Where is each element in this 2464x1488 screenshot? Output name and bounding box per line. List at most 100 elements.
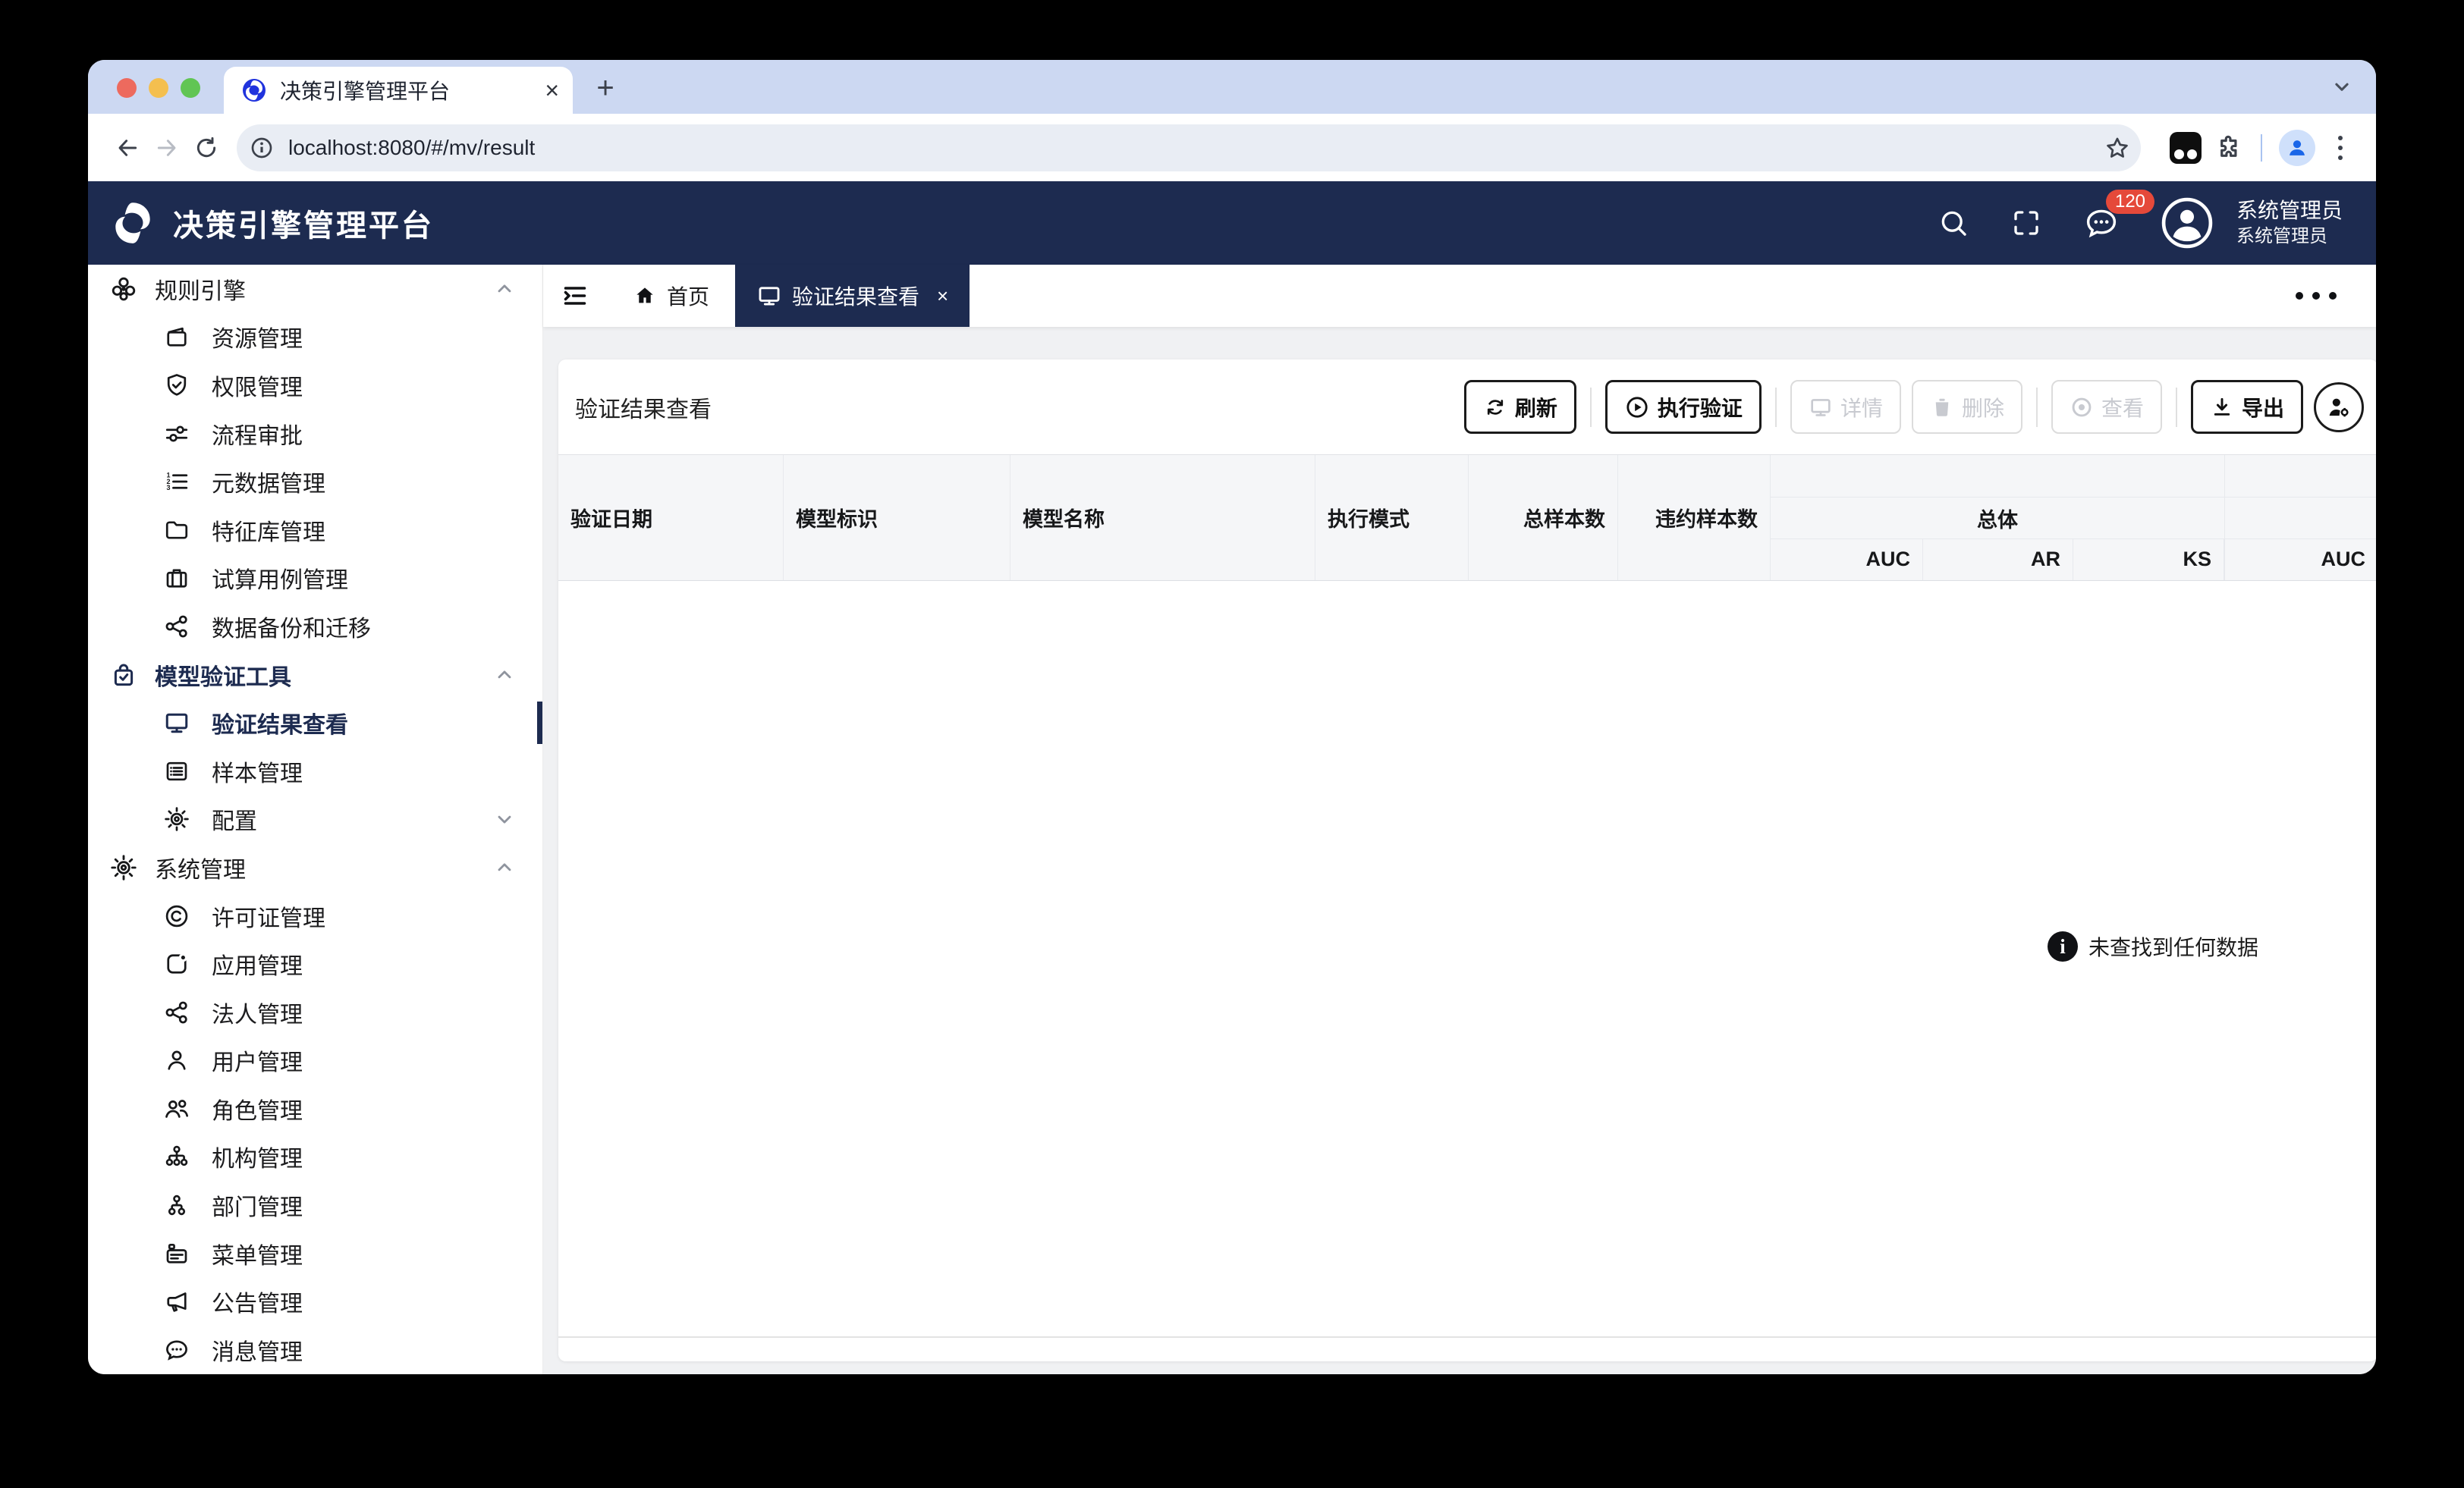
sidebar-collapse-button[interactable] xyxy=(543,265,607,327)
page-title: 验证结果查看 xyxy=(575,391,712,424)
tab-home-label: 首页 xyxy=(667,281,709,311)
sidebar-item-label: 菜单管理 xyxy=(212,1237,303,1270)
share-nodes-icon xyxy=(163,999,190,1026)
screenshot-root: 决策引擎管理平台 × + localhost:8080/#/mv/result xyxy=(0,0,2464,1488)
sidebar-item-announcement-management[interactable]: 公告管理 xyxy=(88,1277,542,1326)
tab-close-icon[interactable]: × xyxy=(937,284,948,308)
url-bar[interactable]: localhost:8080/#/mv/result xyxy=(237,124,2141,171)
sidebar-item-trial-case-management[interactable]: 试算用例管理 xyxy=(88,554,542,603)
copyright-icon xyxy=(163,903,190,930)
sliders-icon xyxy=(163,420,190,447)
group-overall-subcols: AUC AR KS xyxy=(1771,539,2224,580)
sidebar-item-data-backup-migration[interactable]: 数据备份和迁移 xyxy=(88,602,542,651)
window-controls xyxy=(117,78,200,98)
tabbar-more-button[interactable] xyxy=(2296,265,2337,327)
reload-button[interactable] xyxy=(187,128,226,168)
detail-button[interactable]: 详情 xyxy=(1790,380,1901,434)
user-name: 系统管理员 xyxy=(2236,198,2343,224)
user-role: 系统管理员 xyxy=(2236,226,2343,248)
extensions-puzzle-icon[interactable] xyxy=(2215,133,2244,162)
sidebar-item-validation-result-view[interactable]: 验证结果查看 xyxy=(88,698,542,747)
sidebar-item-label: 角色管理 xyxy=(212,1092,303,1125)
sidebar-item-role-management[interactable]: 角色管理 xyxy=(88,1085,542,1133)
browser-addressbar: localhost:8080/#/mv/result xyxy=(88,114,2376,181)
sidebar-item-label: 流程审批 xyxy=(212,417,303,450)
export-button[interactable]: 导出 xyxy=(2191,380,2303,434)
fullscreen-icon[interactable] xyxy=(2010,207,2042,239)
monitor-icon xyxy=(756,283,782,309)
monitor-icon xyxy=(163,709,190,736)
panel-toolbar: 验证结果查看 刷新 执行验证 xyxy=(558,359,2376,454)
sidebar-section-rules-engine[interactable]: 规则引擎 xyxy=(88,265,542,313)
sidebar-item-application-management[interactable]: 应用管理 xyxy=(88,940,542,988)
group-overall-label: 总体 xyxy=(1771,498,2224,538)
col-validation-date: 验证日期 xyxy=(558,455,784,580)
toolbar-divider xyxy=(2176,388,2177,427)
new-tab-button[interactable]: + xyxy=(589,71,622,105)
browser-profile-avatar[interactable] xyxy=(2279,130,2315,166)
sidebar-item-label: 特征库管理 xyxy=(212,513,325,547)
minimize-window-button[interactable] xyxy=(149,78,168,98)
detail-label: 详情 xyxy=(1840,392,1883,422)
tab-title: 决策引擎管理平台 xyxy=(280,75,537,105)
empty-state-text: 未查找到任何数据 xyxy=(2088,931,2258,962)
user-info[interactable]: 系统管理员 系统管理员 xyxy=(2236,198,2343,248)
sidebar-item-license-management[interactable]: 许可证管理 xyxy=(88,892,542,940)
sidebar-item-resource-management[interactable]: 资源管理 xyxy=(88,313,542,362)
refresh-button[interactable]: 刷新 xyxy=(1464,380,1576,434)
sidebar-item-legal-entity-management[interactable]: 法人管理 xyxy=(88,988,542,1037)
browser-tab[interactable]: 决策引擎管理平台 × xyxy=(224,67,573,114)
sidebar-item-feature-library-management[interactable]: 特征库管理 xyxy=(88,506,542,554)
url-text[interactable]: localhost:8080/#/mv/result xyxy=(288,136,2104,160)
pinned-extension-icon[interactable] xyxy=(2170,132,2202,164)
col-ar: AR xyxy=(1923,539,2073,580)
table-header-groups: 总体 AUC AR KS xyxy=(1771,455,2376,580)
tab-validation-result-view[interactable]: 验证结果查看 × xyxy=(735,265,970,327)
shield-check-icon xyxy=(163,372,190,399)
delete-label: 删除 xyxy=(1962,392,2004,422)
zoom-window-button[interactable] xyxy=(181,78,200,98)
sidebar-item-configuration[interactable]: 配置 xyxy=(88,796,542,844)
sidebar-item-label: 数据备份和迁移 xyxy=(212,610,371,643)
tab-home[interactable]: 首页 xyxy=(607,265,735,327)
sidebar-item-message-management[interactable]: 消息管理 xyxy=(88,1326,542,1374)
browser-window: 决策引擎管理平台 × + localhost:8080/#/mv/result xyxy=(88,60,2376,1374)
back-button[interactable] xyxy=(108,128,147,168)
toolbar-divider xyxy=(1590,388,1592,427)
tab-list-chevron-down-icon[interactable] xyxy=(2329,74,2355,99)
messages-button[interactable]: 120 xyxy=(2083,205,2120,241)
eye-target-icon xyxy=(2070,395,2094,419)
column-settings-button[interactable] xyxy=(2314,382,2364,432)
sidebar-item-label: 配置 xyxy=(212,802,257,836)
table-header: 验证日期 模型标识 模型名称 执行模式 总样本数 违约样本数 总体 AUC xyxy=(558,454,2376,581)
bookmark-star-icon[interactable] xyxy=(2104,135,2130,161)
view-button[interactable]: 查看 xyxy=(2051,380,2162,434)
site-info-icon[interactable] xyxy=(244,130,279,165)
delete-button[interactable]: 删除 xyxy=(1912,380,2022,434)
close-window-button[interactable] xyxy=(117,78,137,98)
run-validation-button[interactable]: 执行验证 xyxy=(1605,380,1762,434)
table-body: i 未查找到任何数据 xyxy=(558,581,2376,1336)
sidebar-section-model-validation-tools[interactable]: 模型验证工具 xyxy=(88,651,542,699)
forward-button[interactable] xyxy=(147,128,187,168)
tab-close-icon[interactable]: × xyxy=(545,78,559,102)
sidebar-item-department-management[interactable]: 部门管理 xyxy=(88,1181,542,1229)
sidebar-item-organization-management[interactable]: 机构管理 xyxy=(88,1133,542,1182)
sidebar-item-label: 元数据管理 xyxy=(212,465,325,498)
browser-menu-kebab-icon[interactable] xyxy=(2338,136,2343,160)
sidebar-item-process-approval[interactable]: 流程审批 xyxy=(88,410,542,458)
sidebar-item-permission-management[interactable]: 权限管理 xyxy=(88,361,542,410)
app-header: 决策引擎管理平台 120 系统管理员 系统管理员 xyxy=(88,181,2376,265)
user-avatar-icon[interactable] xyxy=(2161,196,2214,250)
sidebar-item-sample-management[interactable]: 样本管理 xyxy=(88,747,542,796)
bag-check-icon xyxy=(109,661,138,689)
sidebar-item-label: 许可证管理 xyxy=(212,899,325,933)
search-icon[interactable] xyxy=(1938,207,1969,239)
col-ks: KS xyxy=(2073,539,2224,580)
sidebar-item-menu-management[interactable]: 菜单管理 xyxy=(88,1229,542,1278)
sidebar-section-system-management[interactable]: 系统管理 xyxy=(88,843,542,892)
sidebar-item-metadata-management[interactable]: 123 元数据管理 xyxy=(88,457,542,506)
org-chart-icon xyxy=(163,1143,190,1170)
sidebar-item-user-management[interactable]: 用户管理 xyxy=(88,1037,542,1085)
sidebar-nav: 规则引擎 资源管理 权限管理 流程审批 123 元数据管理 xyxy=(88,265,543,1374)
